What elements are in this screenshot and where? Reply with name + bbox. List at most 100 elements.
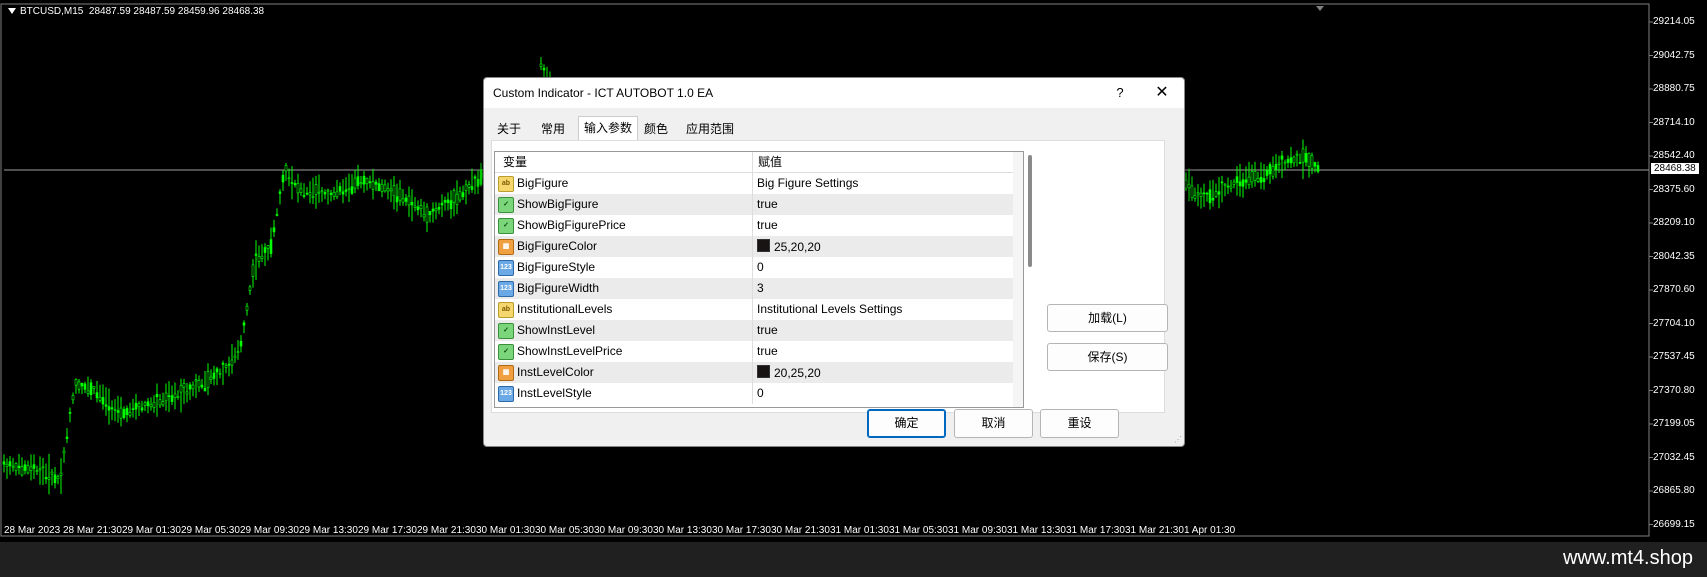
resize-grip-icon[interactable]: ⋰ xyxy=(1174,436,1182,444)
time-tick-label: 31 Mar 05:30 xyxy=(889,525,948,536)
candle xyxy=(74,378,78,394)
candle xyxy=(434,202,438,220)
param-row[interactable]: ab BigFigure Big Figure Settings xyxy=(495,173,1013,194)
load-button[interactable]: 加载(L) xyxy=(1047,304,1168,332)
candle xyxy=(1235,166,1239,196)
candle xyxy=(455,180,459,215)
param-value[interactable]: 20,25,20 xyxy=(757,365,821,380)
param-value[interactable]: 0 xyxy=(757,260,764,274)
help-button[interactable]: ? xyxy=(1110,82,1130,104)
candle xyxy=(1226,177,1230,194)
candle xyxy=(1304,146,1308,167)
candle xyxy=(1316,161,1320,174)
candle xyxy=(443,196,447,211)
candle xyxy=(1253,161,1257,187)
param-value-text: 0 xyxy=(757,386,764,400)
candle xyxy=(395,183,399,212)
param-row[interactable]: ▦ BigFigureColor 25,20,20 xyxy=(495,236,1013,257)
tab-common[interactable]: 常用 xyxy=(535,118,571,140)
price-tick-label: 26865.80 xyxy=(1653,485,1695,496)
time-tick-label: 30 Mar 13:30 xyxy=(653,525,712,536)
reset-button[interactable]: 重设 xyxy=(1040,409,1119,438)
param-value-text: true xyxy=(757,344,778,358)
param-value-text: true xyxy=(757,218,778,232)
param-value[interactable]: true xyxy=(757,218,778,232)
param-row[interactable]: ✓ ShowInstLevel true xyxy=(495,320,1013,341)
param-row[interactable]: ✓ ShowInstLevelPrice true xyxy=(495,341,1013,362)
grid-header: 变量 赋值 xyxy=(495,152,1013,173)
current-price-label: 28468.38 xyxy=(1651,163,1699,174)
tab-visualization[interactable]: 应用范围 xyxy=(681,118,739,140)
param-value[interactable]: true xyxy=(757,197,778,211)
dialog-titlebar[interactable]: Custom Indicator - ICT AUTOBOT 1.0 EA ? … xyxy=(484,78,1184,108)
header-variable[interactable]: 变量 xyxy=(503,152,527,172)
time-tick-label: 1 Apr 01:30 xyxy=(1184,525,1236,536)
candle xyxy=(1274,154,1278,179)
tab-inputs[interactable]: 输入参数 xyxy=(578,116,638,141)
candle xyxy=(1301,139,1305,180)
tab-colors[interactable]: 颜色 xyxy=(638,118,674,140)
candle xyxy=(302,183,306,199)
header-value[interactable]: 赋值 xyxy=(758,152,782,172)
param-value[interactable]: true xyxy=(757,323,778,337)
param-value-text: Institutional Levels Settings xyxy=(757,302,903,316)
param-name: ShowInstLevel xyxy=(517,323,596,337)
candle xyxy=(407,186,411,217)
param-value[interactable]: Big Figure Settings xyxy=(757,176,858,190)
candle xyxy=(197,375,201,392)
candle xyxy=(230,343,234,374)
price-tick-label: 28714.10 xyxy=(1653,116,1695,128)
param-row[interactable]: ✓ ShowBigFigurePrice true xyxy=(495,215,1013,236)
candle xyxy=(200,378,204,390)
scrollbar-thumb[interactable] xyxy=(1028,155,1032,267)
close-button[interactable]: ✕ xyxy=(1148,82,1176,104)
candle xyxy=(83,381,87,394)
candle xyxy=(290,166,294,200)
footer-bar: www.mt4.shop xyxy=(0,542,1707,577)
price-tick-label: 27870.60 xyxy=(1653,284,1695,295)
column-separator xyxy=(752,173,753,194)
candle xyxy=(293,179,297,188)
bool-icon: ✓ xyxy=(498,218,514,234)
param-value[interactable]: Institutional Levels Settings xyxy=(757,302,902,316)
candle xyxy=(317,174,321,203)
param-row[interactable]: 123 BigFigureStyle 0 xyxy=(495,257,1013,278)
candle xyxy=(35,465,39,476)
param-row[interactable]: ✓ ShowBigFigure true xyxy=(495,194,1013,215)
param-value[interactable]: 0 xyxy=(757,386,764,400)
param-row[interactable]: ▦ InstLevelColor 20,25,20 xyxy=(495,362,1013,383)
param-value[interactable]: true xyxy=(757,344,778,358)
candle xyxy=(371,168,375,200)
param-row[interactable]: 123 BigFigureWidth 3 xyxy=(495,278,1013,299)
save-button[interactable]: 保存(S) xyxy=(1047,343,1168,371)
candle xyxy=(113,399,117,422)
candle xyxy=(173,382,177,410)
candle xyxy=(98,384,102,403)
grid-scrollbar[interactable] xyxy=(1013,152,1023,407)
candle xyxy=(56,474,60,485)
candle xyxy=(344,177,348,197)
ok-button[interactable]: 确定 xyxy=(867,409,946,438)
param-row[interactable]: 123 InstLevelStyle 0 xyxy=(495,383,1013,404)
candle xyxy=(242,320,246,334)
param-value-text: true xyxy=(757,197,778,211)
candle xyxy=(1295,150,1299,167)
param-value-text: Big Figure Settings xyxy=(757,176,859,190)
candle xyxy=(464,179,468,205)
param-row[interactable]: ab InstitutionalLevels Institutional Level… xyxy=(495,299,1013,320)
candle xyxy=(65,428,69,444)
candle xyxy=(119,396,123,427)
param-value[interactable]: 3 xyxy=(757,281,764,295)
param-value[interactable]: 25,20,20 xyxy=(757,239,821,254)
dropdown-triangle-icon[interactable] xyxy=(8,8,16,15)
param-name: BigFigureWidth xyxy=(517,281,600,295)
price-tick-label: 27537.45 xyxy=(1653,351,1695,362)
param-value-text: 0 xyxy=(757,260,764,274)
column-separator xyxy=(752,299,753,320)
candle xyxy=(263,243,267,266)
candle xyxy=(20,457,24,477)
cancel-button[interactable]: 取消 xyxy=(954,409,1033,438)
price-tick-label: 28042.35 xyxy=(1653,250,1695,262)
candle xyxy=(215,366,219,386)
tab-about[interactable]: 关于 xyxy=(491,118,527,140)
